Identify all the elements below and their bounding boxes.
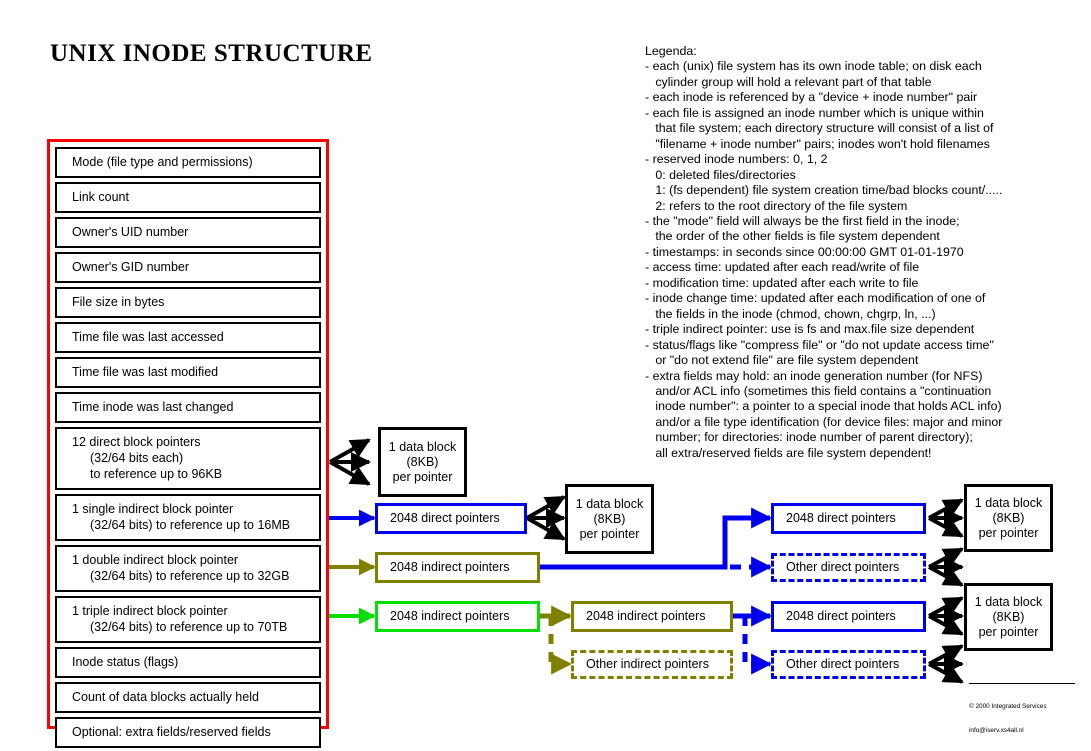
box-triple-indirect-pointers-col2: 2048 indirect pointers <box>571 601 733 632</box>
legend-line: - the "mode" field will always be the fi… <box>645 213 960 228</box>
inode-field-file-size: File size in bytes <box>55 287 321 318</box>
legend-line: 2: refers to the root directory of the f… <box>645 198 908 213</box>
fan-arrows-r4 <box>928 644 964 684</box>
inode-field-status-flags: Inode status (flags) <box>55 647 321 678</box>
legend-line: - timestamps: in seconds since 00:00:00 … <box>645 244 964 259</box>
inode-field-list: Mode (file type and permissions) Link co… <box>55 147 321 748</box>
fan-arrows-r3 <box>928 596 964 636</box>
legend-line: all extra/reserved fields are file syste… <box>645 445 932 460</box>
legend-line: the fields in the inode (chmod, chown, c… <box>645 306 936 321</box>
box-right-other-direct-pointers-2: Other direct pointers <box>771 650 926 679</box>
credits-line: info@iserv.xs4all.nl <box>969 727 1024 735</box>
legend-line: cylinder group will hold a relevant part… <box>645 74 932 89</box>
legend-line: - each file is assigned an inode number … <box>645 105 984 120</box>
credits-divider <box>969 683 1075 684</box>
credits-block: © 2000 Integrated Services info@iserv.xs… <box>969 687 1050 751</box>
inode-field-extra-reserved: Optional: extra fields/reserved fields <box>55 717 321 748</box>
inode-field-mode: Mode (file type and permissions) <box>55 147 321 178</box>
fan-arrows-direct-blocks <box>329 438 371 486</box>
legend-line: number; for directories: inode number of… <box>645 430 973 445</box>
box-data-block-single: 1 data block (8KB) per pointer <box>565 484 654 554</box>
legend-line: - inode change time: updated after each … <box>645 291 986 306</box>
inode-field-double-indirect-pointer: 1 double indirect block pointer (32/64 b… <box>55 545 321 592</box>
inode-diagram-page: UNIX INODE STRUCTURE Mode (file type and… <box>0 0 1091 751</box>
inode-field-uid: Owner's UID number <box>55 217 321 248</box>
inode-field-link-count: Link count <box>55 182 321 213</box>
legend-line: inode number": a pointer to a special in… <box>645 399 1002 414</box>
inode-field-single-indirect-pointer: 1 single indirect block pointer (32/64 b… <box>55 494 321 541</box>
box-data-block-direct: 1 data block (8KB) per pointer <box>378 427 467 497</box>
box-right-direct-pointers-1: 2048 direct pointers <box>771 503 926 534</box>
legend-line: 0: deleted files/directories <box>645 167 796 182</box>
inode-field-block-count: Count of data blocks actually held <box>55 682 321 713</box>
legend-line: - extra fields may hold: an inode genera… <box>645 368 983 383</box>
legend-line: - triple indirect pointer: use is fs and… <box>645 322 975 337</box>
page-title: UNIX INODE STRUCTURE <box>50 40 373 67</box>
legend-line: that file system; each directory structu… <box>645 121 994 136</box>
legend-line: - each inode is referenced by a "device … <box>645 90 978 105</box>
inode-field-direct-block-pointers: 12 direct block pointers (32/64 bits eac… <box>55 427 321 490</box>
inode-field-triple-indirect-pointer: 1 triple indirect block pointer (32/64 b… <box>55 596 321 643</box>
connector-col2-to-r4 <box>742 616 773 675</box>
inode-field-gid: Owner's GID number <box>55 252 321 283</box>
fan-arrows-r1 <box>928 498 964 538</box>
fan-arrows-single-blocks <box>526 495 566 541</box>
credits-line: © 2000 Integrated Services <box>969 703 1047 711</box>
legend-line: - access time: updated after each read/w… <box>645 260 920 275</box>
legend-line: - each (unix) file system has its own in… <box>645 59 982 74</box>
legend-line: 1: (fs dependent) file system creation t… <box>645 183 1003 198</box>
legend-line: - reserved inode numbers: 0, 1, 2 <box>645 152 828 167</box>
box-data-block-right-2: 1 data block (8KB) per pointer <box>964 583 1053 651</box>
legend-line: "filename + inode number" pairs; inodes … <box>645 136 990 151</box>
box-data-block-right-1: 1 data block (8KB) per pointer <box>964 484 1053 552</box>
legend-line: and/or ACL info (sometimes this field co… <box>645 383 992 398</box>
box-triple-indirect-pointers-col1: 2048 indirect pointers <box>375 601 540 632</box>
connector-triple-to-other-indirect <box>548 616 573 675</box>
legend-line: and/or a file type identification (for d… <box>645 414 1003 429</box>
legend-panel: Legenda: - each (unix) file system has i… <box>645 44 1070 461</box>
inode-field-change-time: Time inode was last changed <box>55 392 321 423</box>
legend-line: - status/flags like "compress file" or "… <box>645 337 994 352</box>
legend-line: or "do not extend file" are file system … <box>645 353 919 368</box>
inode-field-modify-time: Time file was last modified <box>55 357 321 388</box>
fan-arrows-r2 <box>928 547 964 587</box>
inode-field-access-time: Time file was last accessed <box>55 322 321 353</box>
box-right-direct-pointers-2: 2048 direct pointers <box>771 601 926 632</box>
box-single-indirect-direct-pointers: 2048 direct pointers <box>375 503 527 534</box>
legend-heading: Legenda: <box>645 44 697 58</box>
legend-line: the order of the other fields is file sy… <box>645 229 940 244</box>
box-other-indirect-pointers: Other indirect pointers <box>571 650 733 679</box>
box-right-other-direct-pointers-1: Other direct pointers <box>771 553 926 582</box>
box-double-indirect-pointers: 2048 indirect pointers <box>375 552 540 583</box>
legend-line: - modification time: updated after each … <box>645 275 919 290</box>
